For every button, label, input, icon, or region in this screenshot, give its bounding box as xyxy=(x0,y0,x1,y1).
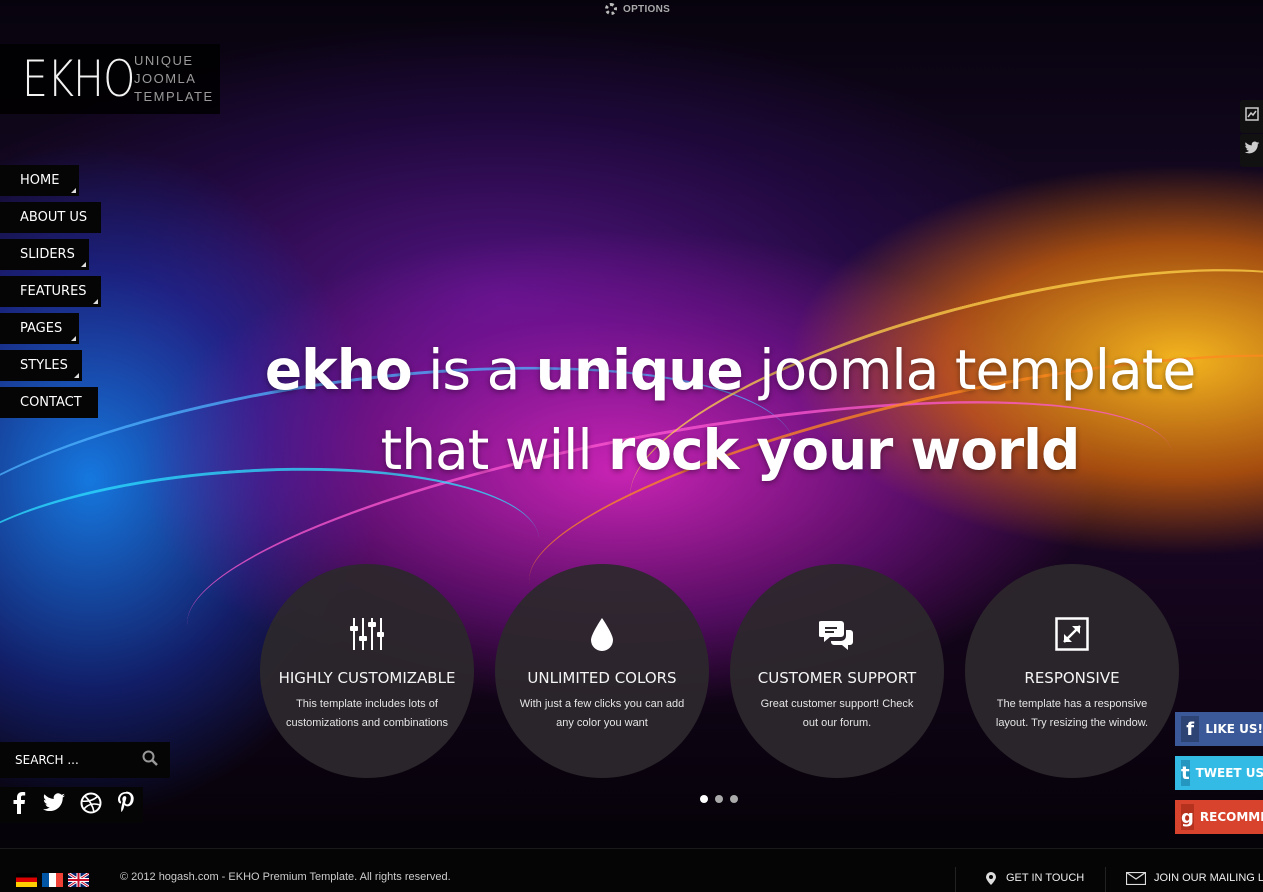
language-flags xyxy=(16,871,90,889)
slider-dot-active[interactable] xyxy=(700,795,708,803)
recommend-button[interactable]: g RECOMMEND xyxy=(1175,800,1263,834)
feature-title: HIGHLY CUSTOMIZABLE xyxy=(278,669,456,687)
envelope-icon xyxy=(1125,871,1147,892)
feature-text: Great customer support! Check out our fo… xyxy=(760,698,914,729)
logo-tagline-line: JOOMLA xyxy=(134,71,197,86)
feature-title: UNLIMITED COLORS xyxy=(527,669,677,687)
french-flag-icon[interactable] xyxy=(42,873,63,887)
logo-tagline-line: TEMPLATE xyxy=(134,89,214,104)
copyright-text: © 2012 hogash.com - EKHO Premium Templat… xyxy=(120,871,451,883)
side-tab-twitter[interactable] xyxy=(1240,134,1263,167)
twitter-icon xyxy=(1244,141,1260,160)
feature-text: With just a few clicks you can add any c… xyxy=(519,698,685,729)
social-links xyxy=(0,787,143,823)
nav-item-styles[interactable]: STYLES xyxy=(0,350,82,381)
feature-unlimited-colors[interactable]: UNLIMITED COLORS With just a few clicks … xyxy=(495,564,709,778)
feature-title: CUSTOMER SUPPORT xyxy=(757,669,917,687)
search-input[interactable] xyxy=(15,753,125,767)
chat-bubbles-icon xyxy=(817,614,857,654)
recommend-label: RECOMMEND xyxy=(1199,810,1263,824)
drop-icon xyxy=(582,614,622,654)
feature-text: The template has a responsive layout. Tr… xyxy=(995,698,1149,729)
hero-text: joomla template xyxy=(742,338,1196,402)
side-tab-chart[interactable] xyxy=(1240,100,1263,133)
nav-item-sliders[interactable]: SLIDERS xyxy=(0,239,89,270)
nav-item-pages[interactable]: PAGES xyxy=(0,313,79,344)
like-us-label: LIKE US! xyxy=(1205,722,1263,736)
german-flag-icon[interactable] xyxy=(16,873,37,887)
search-box xyxy=(0,742,170,778)
feature-customer-support[interactable]: CUSTOMER SUPPORT Great customer support!… xyxy=(730,564,944,778)
nav-item-about-us[interactable]: ABOUT US xyxy=(0,202,101,233)
google-plus-icon: g xyxy=(1181,804,1194,830)
map-pin-icon xyxy=(986,872,996,892)
side-tabs xyxy=(1240,100,1263,168)
feature-responsive[interactable]: RESPONSIVE The template has a responsive… xyxy=(965,564,1179,778)
tweet-us-button[interactable]: t TWEET US xyxy=(1175,756,1263,790)
slider-dot[interactable] xyxy=(715,795,723,803)
logo[interactable]: EKHO UNIQUE JOOMLA TEMPLATE xyxy=(0,44,220,114)
slider-dot[interactable] xyxy=(730,795,738,803)
hero-text: is a xyxy=(411,338,536,402)
nav-item-home[interactable]: HOME xyxy=(0,165,79,196)
logo-mark: EKHO xyxy=(22,50,135,108)
get-in-touch-label: GET IN TOUCH xyxy=(1006,872,1085,884)
slider-pagination xyxy=(700,795,738,803)
feature-title: RESPONSIVE xyxy=(1024,669,1120,687)
hero-bold-text: unique xyxy=(535,338,744,402)
pinterest-icon[interactable] xyxy=(116,791,136,820)
hero-bold-text: ekho xyxy=(264,338,413,402)
hero-text: that will xyxy=(380,418,609,482)
resize-icon xyxy=(1052,614,1092,654)
twitter-icon[interactable] xyxy=(42,792,66,818)
chart-icon xyxy=(1244,107,1259,126)
footer: © 2012 hogash.com - EKHO Premium Templat… xyxy=(0,848,1263,892)
nav-item-contact[interactable]: CONTACT xyxy=(0,387,98,418)
search-icon[interactable] xyxy=(142,750,158,771)
mailing-list-link[interactable]: JOIN OUR MAILING LIST xyxy=(1105,867,1263,892)
like-us-button[interactable]: f LIKE US! xyxy=(1175,712,1263,746)
options-toggle[interactable]: OPTIONS xyxy=(605,3,670,15)
feature-text: This template includes lots of customiza… xyxy=(285,698,449,729)
facebook-icon[interactable] xyxy=(10,791,28,819)
hero-headline-line-1: ekho is a unique joomla template xyxy=(230,330,1230,410)
dribbble-icon[interactable] xyxy=(80,792,102,819)
twitter-icon: t xyxy=(1181,760,1190,786)
tweet-us-label: TWEET US xyxy=(1195,766,1263,780)
uk-flag-icon[interactable] xyxy=(67,871,90,889)
logo-tagline: UNIQUE JOOMLA TEMPLATE xyxy=(134,52,214,106)
options-label: OPTIONS xyxy=(623,3,671,15)
facebook-icon: f xyxy=(1181,716,1200,742)
hero-headline: ekho is a unique joomla template that wi… xyxy=(230,330,1230,490)
sliders-icon xyxy=(347,614,387,654)
nav-item-features[interactable]: FEATURES xyxy=(0,276,101,307)
get-in-touch-link[interactable]: GET IN TOUCH xyxy=(955,867,1105,892)
hero-bold-text: rock your world xyxy=(608,418,1080,482)
mailing-list-label: JOIN OUR MAILING LIST xyxy=(1154,872,1263,884)
feature-highly-customizable[interactable]: HIGHLY CUSTOMIZABLE This template includ… xyxy=(260,564,474,778)
logo-tagline-line: UNIQUE xyxy=(134,53,194,68)
gear-icon xyxy=(605,3,617,15)
main-nav: HOME ABOUT US SLIDERS FEATURES PAGES STY… xyxy=(0,165,101,424)
hero-headline-line-2: that will rock your world xyxy=(230,410,1230,490)
